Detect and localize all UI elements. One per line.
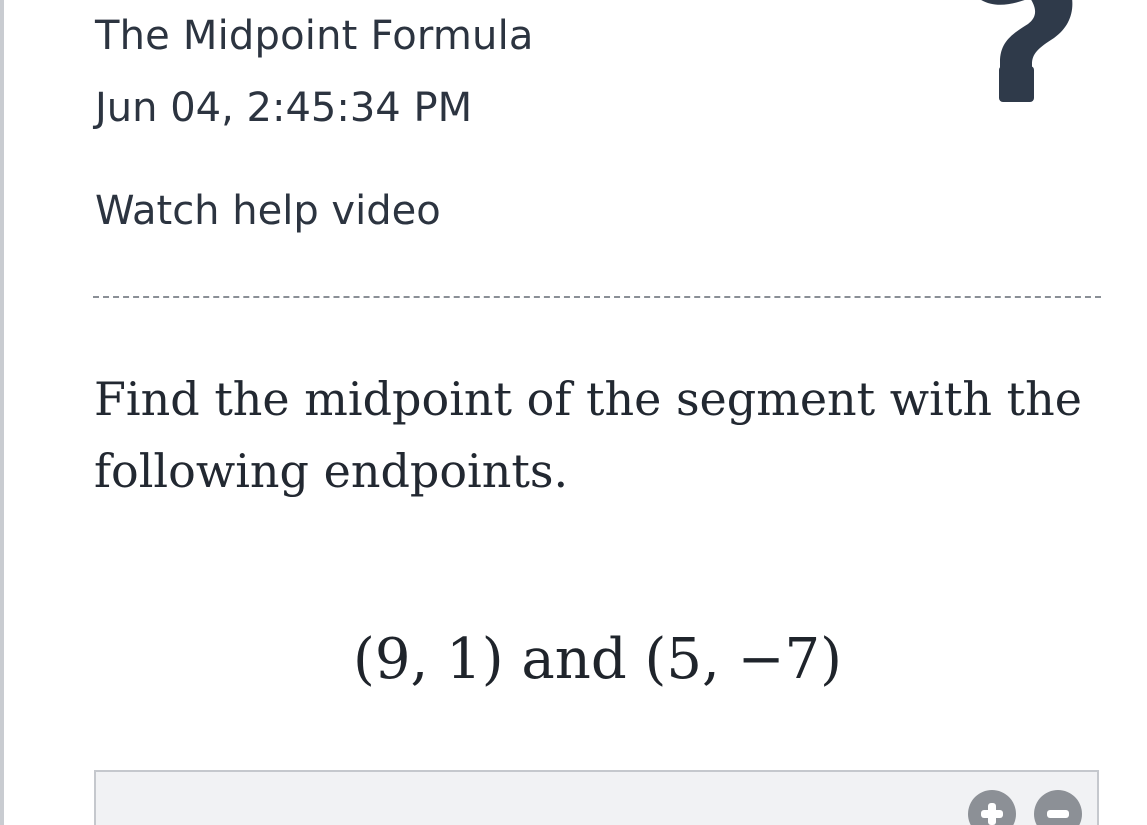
- page-title: The Midpoint Formula: [95, 13, 534, 59]
- endpoints-expression: (9, 1) and (5, −7): [353, 627, 842, 692]
- question-prompt: Find the midpoint of the segment with th…: [94, 372, 1082, 498]
- minus-icon: [1047, 810, 1069, 818]
- question-mark-icon[interactable]: [966, 0, 1076, 110]
- answer-input-area[interactable]: [94, 770, 1099, 825]
- plus-icon-vertical: [988, 803, 996, 825]
- watch-help-video-link[interactable]: Watch help video: [95, 185, 441, 237]
- page-left-border: [0, 0, 4, 825]
- section-divider: [93, 296, 1101, 298]
- timestamp: Jun 04, 2:45:34 PM: [95, 85, 473, 131]
